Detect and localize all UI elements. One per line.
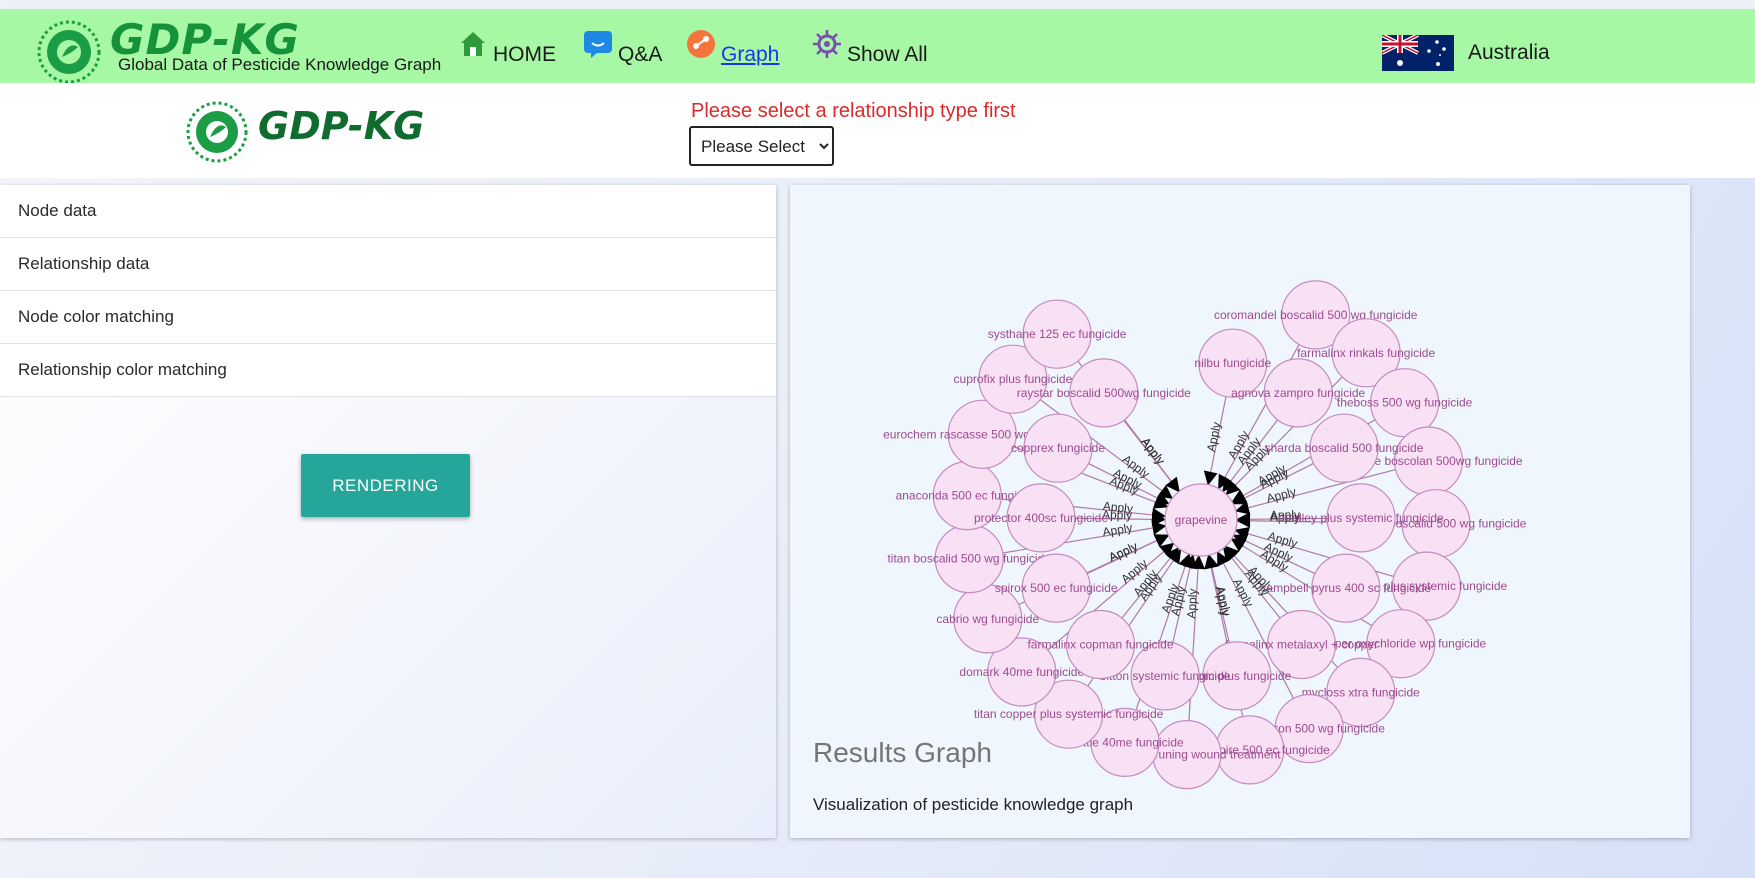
- graph-node-label: titan copper plus systemic fungicide: [974, 707, 1164, 721]
- graph-icon: [687, 30, 715, 58]
- graph-nodes: coromandel boscalid 500 wg fungicide farm…: [883, 280, 1527, 790]
- nav-graph[interactable]: Graph: [686, 30, 780, 67]
- sub-logo-icon: [186, 101, 248, 163]
- graph-node-label: nilbu fungicide: [1194, 356, 1271, 370]
- australia-flag-icon: [1382, 35, 1454, 71]
- graph-center-label: grapevine: [1175, 513, 1228, 527]
- graph-node-label: agnova zampro fungicide: [1231, 386, 1365, 400]
- graph-node-label: raystar boscalid 500wg fungicide: [1017, 386, 1191, 400]
- chat-icon: [584, 31, 612, 58]
- top-strip: [0, 0, 1755, 9]
- graph-node-label: titan boscalid 500 wg fungicide: [887, 552, 1051, 566]
- nav-show-all[interactable]: Show All: [812, 30, 928, 67]
- country-selector[interactable]: Australia: [1382, 35, 1550, 71]
- left-panel: Node data Relationship data Node color m…: [0, 185, 776, 838]
- relationship-message: Please select a relationship type first: [691, 100, 1016, 122]
- knowledge-graph[interactable]: ApplyApplyApplyApplyApplyApplyApplyApply…: [790, 185, 1690, 795]
- accordion-node-color-matching[interactable]: Node color matching: [0, 291, 776, 344]
- accordion-node-data[interactable]: Node data: [0, 185, 776, 238]
- graph-node-label: cabrio wg fungicide: [936, 612, 1039, 626]
- sub-logo-title: GDP-KG: [258, 104, 425, 148]
- navbar: GDP-KG Global Data of Pesticide Knowledg…: [0, 9, 1755, 85]
- graph-node-label: sharda boscalid 500 fungicide: [1265, 441, 1424, 455]
- accordion-relationship-color-matching[interactable]: Relationship color matching: [0, 344, 776, 397]
- relationship-type-select[interactable]: Please Select: [689, 126, 834, 166]
- nav-qa[interactable]: Q&A: [583, 31, 663, 67]
- results-graph-title: Results Graph: [813, 737, 992, 768]
- nav-home-label: HOME: [493, 43, 556, 66]
- nav-graph-label: Graph: [721, 43, 780, 66]
- graph-node-label: campbell pyrus 400 sc fungicide: [1260, 581, 1431, 595]
- country-label: Australia: [1468, 41, 1550, 64]
- accordion-relationship-data[interactable]: Relationship data: [0, 238, 776, 291]
- home-icon: [461, 32, 485, 56]
- graph-node-label: farmalinx copman fungicide: [1027, 638, 1173, 652]
- graph-node-label: copprex fungicide: [1011, 441, 1105, 455]
- graph-node-label: protector 400sc fungicide: [974, 511, 1108, 525]
- graph-node-label: medley plus systemic fungicide: [1278, 511, 1444, 525]
- graph-node-label: systhane 125 ec fungicide: [988, 327, 1127, 341]
- rendering-button[interactable]: RENDERING: [301, 454, 470, 517]
- graph-node-label: domark 40me fungicide: [959, 665, 1084, 679]
- nav-home[interactable]: HOME: [458, 32, 556, 67]
- graph-edge-arrow: [1236, 512, 1251, 527]
- graph-node-label: cuprofix plus fungicide: [954, 372, 1073, 386]
- results-graph-subtitle: Visualization of pesticide knowledge gra…: [813, 795, 1134, 814]
- graph-node-label: farmalinx rinkals fungicide: [1297, 346, 1435, 360]
- results-graph-card: Apply Apply Apply Apply Apply Apply Apply Apply…: [790, 185, 1690, 838]
- graph-edge-label: Apply: [1213, 585, 1233, 617]
- brand-subtitle: Global Data of Pesticide Knowledge Graph: [118, 55, 442, 74]
- graph-node-label: coromandel boscalid 500 wg fungicide: [1214, 308, 1418, 322]
- graph-edge-label: Apply: [1204, 421, 1224, 453]
- nav-show-all-label: Show All: [847, 43, 928, 66]
- nav-qa-label: Q&A: [618, 43, 663, 66]
- virus-icon: [813, 30, 841, 58]
- brand-logo-icon[interactable]: [34, 19, 104, 85]
- graph-node-label: spirox 500 ec fungicide: [995, 581, 1118, 595]
